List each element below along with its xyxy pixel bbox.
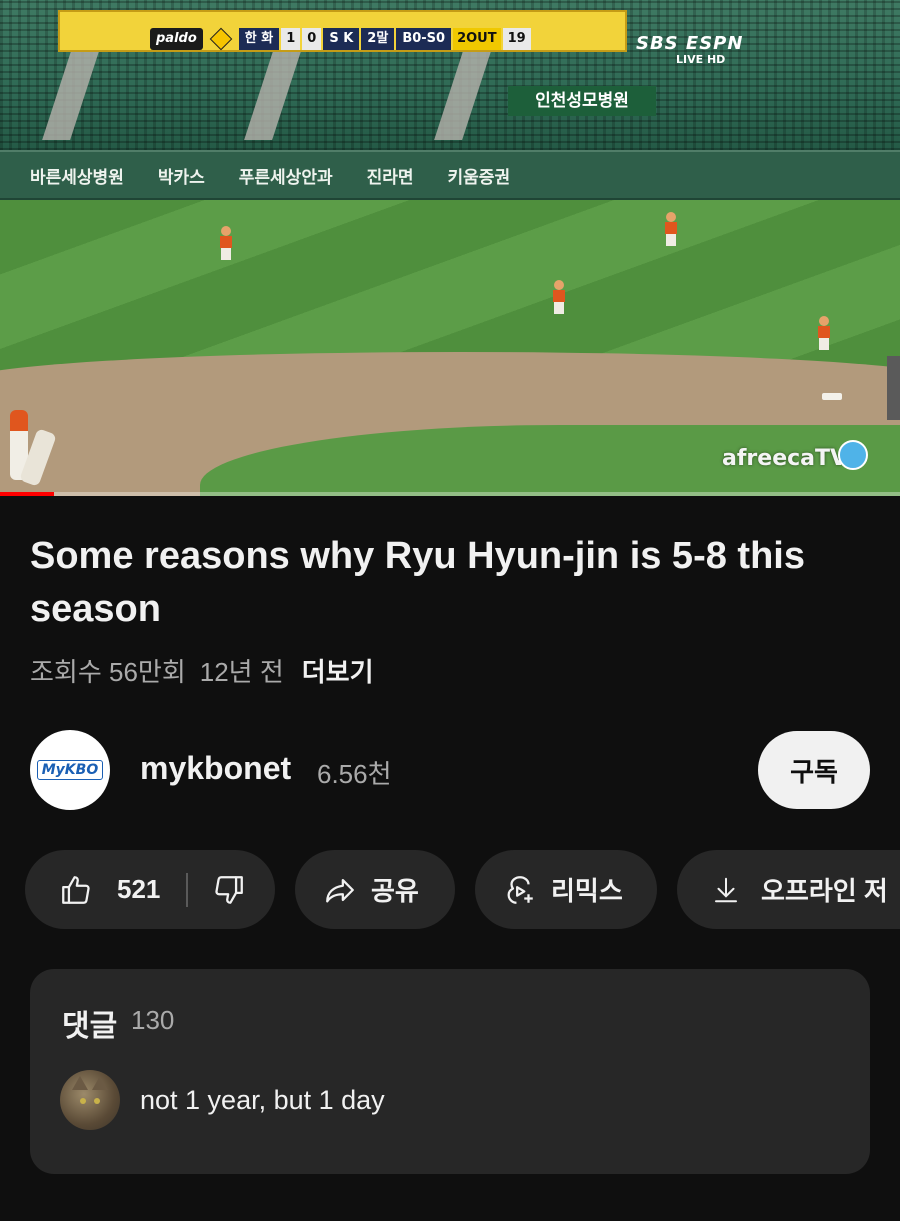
base-runner: [10, 410, 57, 490]
home-team: 한 화: [238, 28, 280, 50]
video-player[interactable]: 인천성모병원 바른세상병원 박카스 푸른세상안과 진라면 키움증권 paldo …: [0, 0, 900, 496]
download-icon: [711, 873, 741, 907]
ad-board-text: 박카스: [157, 167, 205, 188]
ad-board-text: 푸른세상안과: [238, 167, 333, 188]
afreecatv-logo-icon: [838, 440, 868, 470]
channel-name[interactable]: mykbonet: [140, 750, 291, 787]
outfield-ad-board: 바른세상병원 박카스 푸른세상안과 진라면 키움증권: [0, 150, 900, 200]
thumbs-down-icon[interactable]: [212, 873, 246, 907]
like-count[interactable]: 521: [117, 874, 160, 905]
comments-count: 130: [131, 1005, 175, 1035]
download-label: 오프라인 저: [761, 876, 888, 906]
remix-label: 리믹스: [551, 876, 623, 906]
ad-board-text: 진라면: [366, 167, 414, 188]
fielder: [665, 212, 677, 246]
progress-bar[interactable]: [0, 492, 900, 496]
broadcaster-logo: SBS ESPN: [636, 33, 744, 54]
scoreboard-overlay: paldo 한 화 1 0 S K 2말 B0-S0 2OUT 19: [150, 27, 531, 51]
second-base: [822, 393, 842, 400]
thumbs-up-icon[interactable]: [59, 873, 93, 907]
action-bar: 521 공유 리믹스 오프라인 저: [25, 850, 900, 929]
home-score: 1: [281, 28, 301, 50]
broadcaster-live-tag: LIVE HD: [676, 53, 726, 66]
umpire: [887, 356, 900, 420]
comments-preview[interactable]: 댓글 130 not 1 year, but 1 day: [30, 969, 870, 1174]
fielder: [818, 316, 830, 350]
share-button[interactable]: 공유: [295, 850, 455, 929]
like-divider: [186, 872, 189, 907]
remix-icon: [503, 873, 537, 907]
outs: 2OUT: [453, 28, 501, 50]
subscribe-button[interactable]: 구독: [758, 731, 870, 809]
ad-board-text: 바른세상병원: [30, 167, 124, 188]
channel-logo: MyKBO: [36, 760, 104, 780]
afreecatv-watermark: afreecaTV: [722, 446, 848, 471]
channel-row: MyKBO mykbonet 6.56천 구독: [30, 730, 870, 810]
share-label: 공유: [371, 876, 419, 906]
ad-board-text: 키움증권: [447, 167, 511, 188]
upload-age: 12년 전: [199, 657, 284, 687]
hospital-banner: 인천성모병원: [508, 86, 656, 116]
fielder: [553, 280, 565, 314]
progress-fill: [0, 492, 54, 496]
inning: 2말: [361, 28, 395, 50]
away-team: S K: [323, 28, 360, 50]
remix-button[interactable]: 리믹스: [475, 850, 657, 929]
channel-avatar[interactable]: MyKBO: [30, 730, 110, 810]
pitch-count: 19: [502, 28, 531, 50]
fielder: [220, 226, 232, 260]
away-score: 0: [302, 28, 322, 50]
share-arrow-icon: [323, 873, 357, 907]
view-count: 조회수 56만회: [30, 657, 186, 687]
like-dislike-pill: 521: [25, 850, 275, 929]
download-button[interactable]: 오프라인 저: [677, 850, 900, 929]
subscriber-count: 6.56천: [317, 759, 392, 789]
bases-diamond-icon: [209, 27, 233, 51]
top-comment-text: not 1 year, but 1 day: [140, 1085, 385, 1115]
video-title: Some reasons why Ryu Hyun-jin is 5-8 thi…: [30, 535, 805, 630]
ball-strike-count: B0-S0: [396, 28, 452, 50]
comments-header: 댓글: [62, 1010, 118, 1043]
video-meta[interactable]: 조회수 56만회 12년 전 더보기: [30, 652, 374, 689]
more-link[interactable]: 더보기: [302, 652, 374, 689]
commenter-avatar: [60, 1070, 120, 1130]
sponsor-logo: paldo: [150, 28, 203, 50]
